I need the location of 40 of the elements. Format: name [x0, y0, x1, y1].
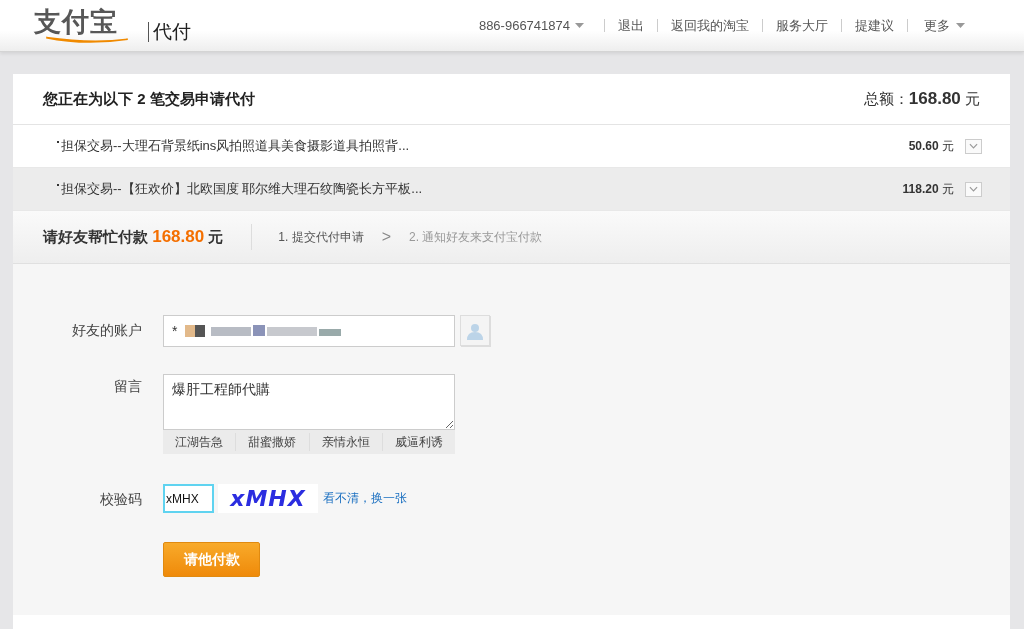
order-amount: 50.60 元 [908, 137, 954, 155]
account-menu[interactable]: 886-966741874 [478, 18, 604, 33]
person-icon [466, 321, 484, 340]
field-label: 留言 [113, 377, 143, 396]
order-amount: 118.20 元 [902, 180, 954, 198]
message-field[interactable]: 爆肝工程師代購 [163, 374, 455, 430]
more-menu[interactable]: 更多 [907, 19, 978, 32]
order-row[interactable]: 担保交易--【狂欢价】北欧国度 耶尔维大理石纹陶瓷长方平板... 118.20 元 [13, 168, 1010, 211]
nav-link[interactable]: 服务大厅 [762, 19, 841, 32]
nav-link[interactable]: 退出 [604, 19, 657, 32]
account-field[interactable]: * [163, 315, 455, 347]
nav-link[interactable]: 返回我的淘宝 [657, 19, 762, 32]
page-title: 您正在为以下 2 笔交易申请代付 [43, 89, 255, 109]
product-title: 代付 [148, 21, 191, 42]
order-title: 担保交易--【狂欢价】北欧国度 耶尔维大理石纹陶瓷长方平板... [61, 180, 423, 198]
preset-tab[interactable]: 威逼利诱 [381, 433, 455, 451]
field-label: 校验码 [99, 490, 143, 509]
preset-tab[interactable]: 甜蜜撒娇 [235, 433, 309, 451]
preset-tab[interactable]: 亲情永恒 [308, 433, 382, 451]
expand-button[interactable] [965, 181, 982, 197]
logo-text: 支付宝 [34, 7, 118, 36]
preset-tab[interactable]: 江湖告急 [163, 433, 236, 451]
chevron-icon [969, 186, 978, 192]
captcha-field[interactable]: xMHX [163, 484, 214, 513]
caret-icon [575, 23, 584, 28]
request-amount: 请好友帮忙付款 168.80 元 [43, 227, 224, 247]
caret-icon [956, 23, 965, 28]
field-label: 好友的账户 [71, 321, 143, 340]
contacts-button[interactable] [460, 315, 490, 346]
order-title: 担保交易--大理石背景纸ins风拍照道具美食摄影道具拍照背... [61, 137, 410, 155]
step-separator: > [381, 228, 392, 246]
refresh-link[interactable]: 看不清，换一张 [323, 490, 407, 507]
total-amount: 总额：168.80 元 [863, 89, 980, 109]
chevron-icon [969, 143, 978, 149]
field-value: * [172, 323, 178, 339]
nav-link[interactable]: 提建议 [841, 19, 907, 32]
step-label: 2. 通知好友来支付宝付款 [409, 228, 543, 246]
expand-button[interactable] [965, 138, 982, 154]
captcha-image: xMHX [218, 484, 318, 513]
step-label: 1. 提交代付申请 [278, 228, 364, 246]
